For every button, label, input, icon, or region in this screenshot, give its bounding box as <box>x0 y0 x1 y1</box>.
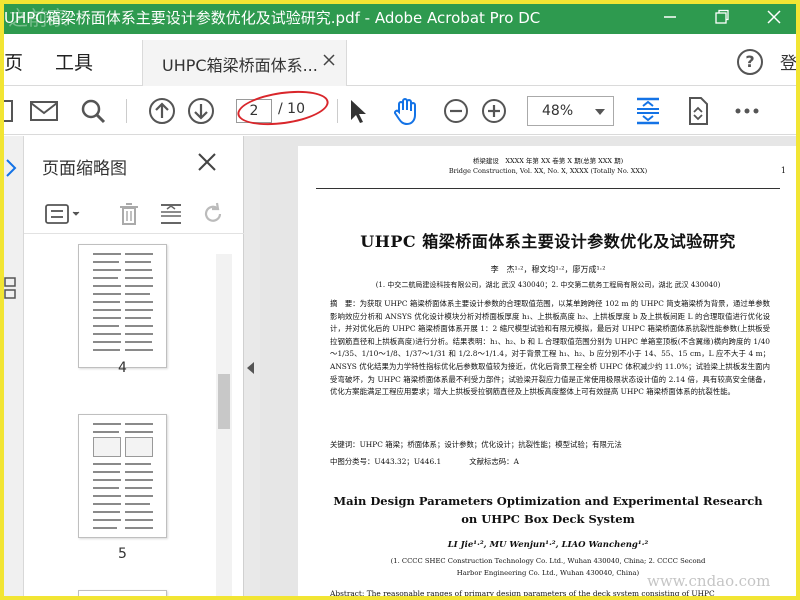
select-cursor-icon[interactable] <box>342 95 374 127</box>
paper-title-en: Main Design Parameters Optimization and … <box>298 492 798 528</box>
page-thumbnail-6[interactable] <box>78 590 167 600</box>
affiliation-en-line1: (1. CCCC SHEC Construction Technology Co… <box>390 557 706 565</box>
thumbnail-options-icon[interactable] <box>44 203 84 225</box>
panel-title: 页面缩略图 <box>42 159 127 179</box>
running-header-en: Bridge Construction, Vol. XX, No. X, XXX… <box>448 167 648 175</box>
tab-document[interactable]: UHPC箱梁桥面体系... <box>142 40 347 86</box>
close-panel-icon[interactable] <box>196 151 218 173</box>
left-nav-strip <box>0 136 24 600</box>
expand-nav-icon[interactable] <box>4 158 18 178</box>
title-watermark: 之前家 <box>8 6 68 30</box>
authors-cn: 李 杰¹·²，穆文均¹·²，廖万成¹·² <box>490 265 606 274</box>
search-icon[interactable] <box>77 95 109 127</box>
tab-document-label: UHPC箱梁桥面体系... <box>162 56 318 75</box>
running-header-cn: 桥梁建设 XXXX 年第 XX 卷第 X 期(总第 XXX 期) <box>472 157 624 165</box>
clc-number: 中图分类号：U443.32；U446.1 <box>330 457 442 466</box>
zoom-out-icon[interactable] <box>440 95 472 127</box>
help-icon[interactable]: ? <box>737 49 763 75</box>
keywords-cn: 关键词：UHPC 箱梁；桥面体系；设计参数；优化设计；抗裂性能；模型试验；有限元… <box>330 440 622 449</box>
thumbnail-label: 4 <box>118 360 127 376</box>
close-tab-icon[interactable] <box>322 53 336 67</box>
tab-tools[interactable]: 工具 <box>55 48 93 75</box>
classification-cn: 中图分类号：U443.32；U446.1 文献标志码：A <box>330 456 770 467</box>
page-thumbnail-4[interactable] <box>78 244 167 368</box>
authors-en: LI Jie¹·², MU Wenjun¹·², LIAO Wancheng¹·… <box>447 540 649 550</box>
document-view[interactable]: 桥梁建设 XXXX 年第 XX 卷第 X 期(总第 XXX 期) Bridge … <box>260 136 800 600</box>
save-icon[interactable] <box>0 95 18 127</box>
tab-bar: 页 工具 UHPC箱梁桥面体系... ? 登 <box>0 34 800 86</box>
thumbnail-panel: 页面缩略图 4 5 <box>24 136 244 600</box>
page-thumbnails-icon[interactable] <box>3 276 19 300</box>
sign-in-link[interactable]: 登 <box>780 49 797 74</box>
toolbar-divider <box>126 99 127 123</box>
panel-collapse-gutter[interactable] <box>244 136 260 600</box>
tab-home[interactable]: 页 <box>4 48 23 75</box>
toolbar: 2 / 10 48% <box>0 85 800 135</box>
crop-page-icon[interactable] <box>158 201 184 227</box>
paper-title-en-line2: on UHPC Box Deck System <box>461 512 635 526</box>
header-rule <box>316 188 780 189</box>
zoom-in-icon[interactable] <box>478 95 510 127</box>
close-window-button[interactable] <box>752 0 796 34</box>
email-icon[interactable] <box>28 95 60 127</box>
minimize-icon <box>664 16 676 18</box>
panel-toolbar <box>24 194 244 234</box>
document-code: 文献标志码：A <box>469 457 519 466</box>
abstract-cn: 摘 要：为获取 UHPC 箱梁桥面体系主要设计参数的合理取值范围，以某单跨跨径 … <box>330 299 770 397</box>
previous-page-icon[interactable] <box>146 95 178 127</box>
next-page-icon[interactable] <box>185 95 217 127</box>
paper-title-cn: UHPC 箱梁桥面体系主要设计参数优化及试验研究 <box>360 232 736 251</box>
zoom-value: 48% <box>542 103 574 119</box>
maximize-button[interactable] <box>700 0 744 34</box>
running-header: 桥梁建设 XXXX 年第 XX 卷第 X 期(总第 XXX 期) Bridge … <box>298 156 798 176</box>
rotate-document-icon[interactable] <box>682 95 714 127</box>
zoom-level-select[interactable]: 48% <box>527 96 614 126</box>
thumbnail-label: 5 <box>118 546 127 562</box>
close-icon <box>767 10 781 24</box>
toolbar-divider <box>337 99 338 123</box>
affiliation-cn: (1. 中交二航局建设科技有限公司，湖北 武汉 430040；2. 中交第二航务… <box>375 281 721 289</box>
delete-page-icon[interactable] <box>116 201 142 227</box>
hand-tool-icon[interactable] <box>390 95 422 127</box>
rotate-page-icon[interactable] <box>200 201 226 227</box>
site-watermark: www.cndao.com <box>647 572 771 590</box>
thumbnail-scrollbar[interactable] <box>216 254 232 600</box>
title-bar: UHPC箱梁桥面体系主要设计参数优化及试验研究.pdf - Adobe Acro… <box>0 0 800 34</box>
restore-icon <box>715 9 729 24</box>
paper-title-en-line1: Main Design Parameters Optimization and … <box>333 494 763 508</box>
window-title: UHPC箱梁桥面体系主要设计参数优化及试验研究.pdf - Adobe Acro… <box>4 9 541 27</box>
collapse-arrow-icon[interactable] <box>247 362 254 374</box>
chevron-down-icon <box>595 109 605 115</box>
minimize-button[interactable] <box>648 0 692 34</box>
page-number: 1 <box>780 166 786 175</box>
page-thumbnail-5[interactable] <box>78 414 167 538</box>
more-options-icon[interactable] <box>731 95 763 127</box>
fit-page-icon[interactable] <box>632 95 664 127</box>
red-highlight-ellipse <box>235 85 331 131</box>
scrollbar-thumb[interactable] <box>218 374 230 429</box>
pdf-page: 桥梁建设 XXXX 年第 XX 卷第 X 期(总第 XXX 期) Bridge … <box>298 146 798 600</box>
